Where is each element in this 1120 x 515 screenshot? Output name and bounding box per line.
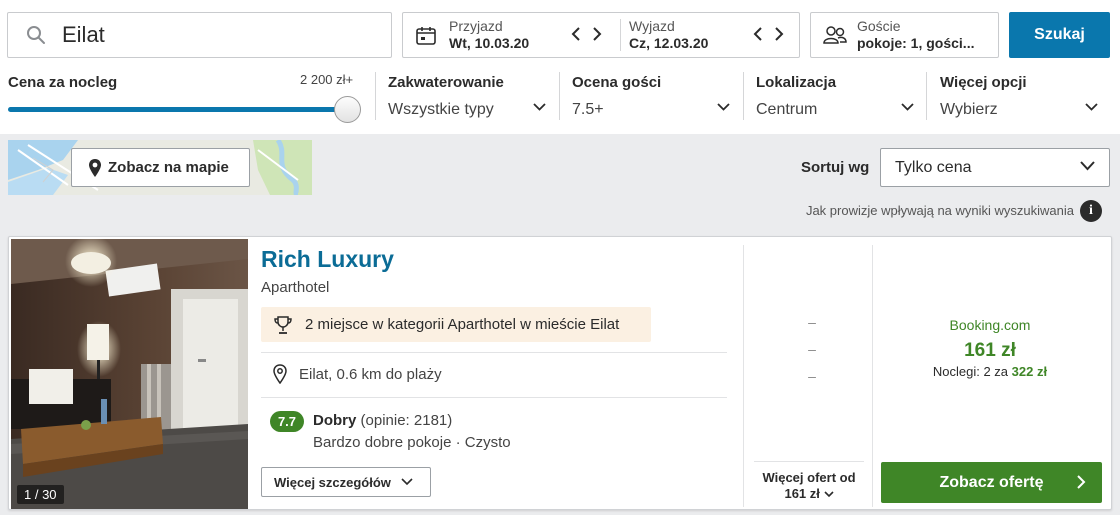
hotel-type: Aparthotel	[261, 279, 330, 296]
checkout-next-icon[interactable]	[774, 27, 784, 41]
filter-more-options[interactable]: Więcej opcji Wybierz	[940, 72, 1098, 120]
search-icon	[27, 26, 45, 44]
filter-divider	[559, 72, 560, 120]
map-button-label: Zobacz na mapie	[108, 159, 229, 176]
section-divider	[261, 397, 727, 398]
filter-accommodation[interactable]: Zakwaterowanie Wszystkie typy	[388, 72, 546, 120]
filter-guest-rating[interactable]: Ocena gości 7.5+	[572, 72, 730, 120]
calendar-icon	[416, 27, 436, 45]
filter-divider	[375, 72, 376, 120]
price-filter-label: Cena za nocleg	[8, 74, 118, 91]
more-offers-link[interactable]: Więcej ofert od 161 zł	[754, 461, 864, 502]
search-button[interactable]: Szukaj	[1009, 12, 1110, 58]
placeholder-dash: –	[808, 368, 816, 384]
offer-provider: Booking.com	[949, 317, 1031, 333]
info-icon[interactable]: i	[1080, 200, 1102, 222]
checkin-value: Wt, 10.03.20	[449, 35, 530, 51]
location-text: Eilat, 0.6 km do plaży	[299, 365, 442, 383]
checkin-next-icon[interactable]	[592, 27, 602, 41]
more-offers-text: Więcej ofert od	[762, 470, 856, 485]
filter-divider	[926, 72, 927, 120]
chevron-down-icon	[823, 491, 834, 498]
price-slider-handle[interactable]	[334, 96, 361, 123]
section-divider	[261, 352, 727, 353]
rating-summary[interactable]: Dobry (opinie: 2181)	[313, 412, 452, 429]
commission-info-link[interactable]: Jak prowizje wpływają na wyniki wyszukiw…	[806, 203, 1074, 218]
offer-nights: Noclegi: 2 za 322 zł	[875, 364, 1105, 379]
offer-price: 161 zł	[964, 340, 1016, 361]
sort-label: Sortuj wg	[801, 159, 870, 176]
guests-label: Goście	[857, 18, 901, 34]
column-divider	[743, 245, 744, 507]
trophy-icon	[274, 315, 292, 334]
chevron-down-icon	[1080, 161, 1095, 171]
destination-input[interactable]: Eilat	[7, 12, 392, 58]
rating-score-badge: 7.7	[270, 411, 304, 432]
checkout-field[interactable]: Wyjazd Cz, 12.03.20	[629, 13, 799, 57]
chevron-down-icon	[401, 478, 413, 486]
more-offers-price-row: 161 zł	[754, 486, 864, 502]
guests-selector[interactable]: Goście pokoje: 1, gości...	[810, 12, 999, 58]
chevron-down-icon	[717, 103, 730, 111]
column-divider	[872, 245, 873, 507]
award-text: 2 miejsce w kategorii Aparthotel w mieśc…	[305, 316, 620, 333]
filter-guest-rating-value: 7.5+	[572, 101, 604, 118]
rating-word: Dobry	[313, 412, 357, 429]
date-divider	[620, 19, 621, 51]
placeholder-dash: –	[808, 341, 816, 357]
filter-more-options-label: Więcej opcji	[940, 74, 1027, 91]
chevron-right-icon	[1077, 475, 1086, 489]
filter-more-options-value: Wybierz	[940, 101, 998, 118]
location-pin-icon	[273, 364, 287, 384]
more-offers-price: 161 zł	[784, 486, 820, 501]
nights-prefix: Noclegi: 2 za	[932, 364, 1009, 379]
nights-total: 322 zł	[1011, 364, 1048, 379]
guests-value: pokoje: 1, gości...	[857, 35, 975, 51]
view-offer-label: Zobacz ofertę	[939, 473, 1044, 491]
map-pin-icon	[89, 158, 101, 177]
filter-divider	[743, 72, 744, 120]
checkin-prev-icon[interactable]	[571, 27, 581, 41]
users-icon	[823, 26, 847, 44]
checkout-label: Wyjazd	[629, 18, 675, 34]
rating-count: (opinie: 2181)	[360, 412, 453, 429]
rating-highlights: Bardzo dobre pokoje · Czysto	[313, 434, 511, 451]
hotel-photo-image	[11, 239, 248, 509]
checkout-value: Cz, 12.03.20	[629, 35, 709, 51]
price-slider-track[interactable]	[8, 107, 348, 112]
award-badge: 2 miejsce w kategorii Aparthotel w mieśc…	[261, 307, 651, 342]
more-details-button[interactable]: Więcej szczegółów	[261, 467, 431, 497]
sort-value: Tylko cena	[895, 158, 972, 176]
filter-guest-rating-label: Ocena gości	[572, 74, 662, 91]
price-filter-value: 2 200 zł+	[300, 72, 354, 87]
chevron-down-icon	[533, 103, 546, 111]
filter-location-value: Centrum	[756, 101, 818, 118]
hotel-result-card: 1 / 30 Rich Luxury Aparthotel 2 miejsce …	[8, 236, 1112, 510]
hotel-photo[interactable]: 1 / 30	[11, 239, 248, 509]
checkin-label: Przyjazd	[449, 18, 503, 34]
filter-location[interactable]: Lokalizacja Centrum	[756, 72, 914, 120]
more-details-label: Więcej szczegółów	[274, 474, 391, 490]
chevron-down-icon	[901, 103, 914, 111]
date-picker[interactable]: Przyjazd Wt, 10.03.20 Wyjazd Cz, 12.03.2…	[402, 12, 800, 58]
map-button[interactable]: Zobacz na mapie	[71, 148, 250, 187]
photo-counter: 1 / 30	[17, 485, 64, 504]
chevron-down-icon	[1085, 103, 1098, 111]
destination-value: Eilat	[62, 22, 105, 47]
hotel-location: Eilat, 0.6 km do plaży	[273, 364, 442, 384]
filter-accommodation-value: Wszystkie typy	[388, 101, 494, 118]
placeholder-dash: –	[808, 314, 816, 330]
checkout-prev-icon[interactable]	[753, 27, 763, 41]
view-offer-button[interactable]: Zobacz ofertę	[881, 462, 1102, 503]
hotel-name[interactable]: Rich Luxury	[261, 246, 394, 273]
filter-accommodation-label: Zakwaterowanie	[388, 74, 504, 91]
checkin-field[interactable]: Przyjazd Wt, 10.03.20	[449, 13, 619, 57]
filter-location-label: Lokalizacja	[756, 74, 837, 91]
other-prices-placeholder: – – –	[802, 309, 822, 390]
sort-dropdown[interactable]: Tylko cena	[880, 148, 1110, 187]
